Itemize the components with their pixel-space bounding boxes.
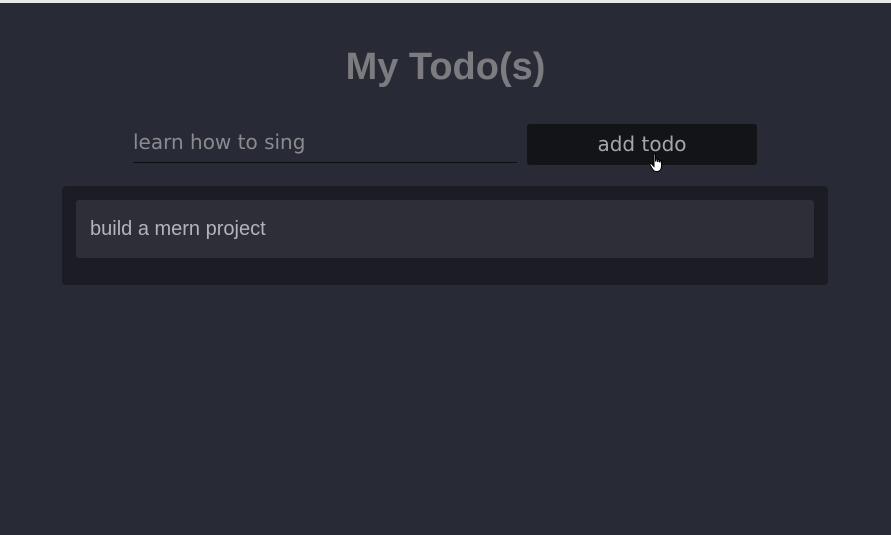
hand-pointer-icon bbox=[649, 153, 662, 172]
list-item[interactable]: build a mern project bbox=[76, 200, 814, 258]
add-todo-button[interactable]: add todo bbox=[527, 124, 757, 165]
todo-input[interactable] bbox=[133, 125, 517, 163]
todo-app: My Todo(s) add todo build a mern project bbox=[0, 3, 891, 535]
page-title: My Todo(s) bbox=[345, 46, 546, 88]
todo-list: build a mern project bbox=[62, 186, 828, 285]
